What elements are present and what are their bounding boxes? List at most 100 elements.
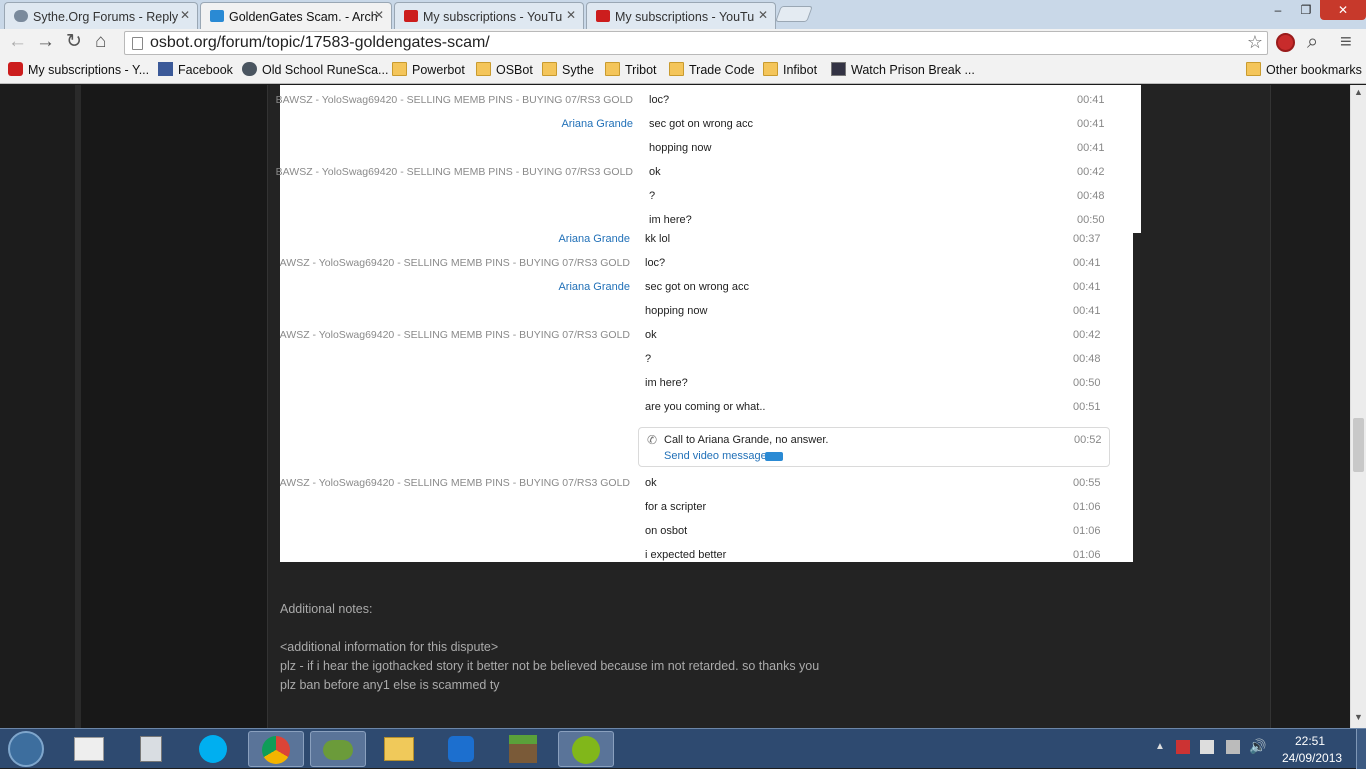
chat-message: sec got on wrong acc: [649, 118, 753, 130]
close-icon[interactable]: ✕: [758, 8, 768, 22]
chat-message: loc?: [645, 257, 666, 269]
chat-timestamp: 00:41: [1077, 94, 1105, 106]
start-orb-icon[interactable]: [8, 731, 44, 767]
folder-icon: [1246, 62, 1261, 76]
chat-sender[interactable]: Ariana Grande: [561, 118, 633, 130]
runescape-icon: [242, 62, 257, 76]
chat-sender: BAWSZ - YoloSwag69420 - SELLING MEMB PIN…: [275, 94, 633, 106]
chrome-icon[interactable]: [248, 731, 304, 767]
restore-button[interactable]: ❐: [1292, 0, 1320, 20]
tab-youtube-2[interactable]: My subscriptions - YouTu ✕: [586, 2, 776, 29]
explorer-icon[interactable]: [372, 731, 428, 767]
home-icon[interactable]: ⌂: [95, 31, 106, 53]
youtube-icon: [404, 10, 418, 22]
chat-message: on osbot: [645, 525, 688, 537]
tab-title: My subscriptions - YouTu: [423, 10, 563, 24]
chat-screenshot-overlay: BAWSZ - YoloSwag69420 - SELLING MEMB PIN…: [276, 85, 1141, 233]
bookmark-runescape[interactable]: Old School RuneSca...: [242, 62, 388, 77]
bookmark-trade-code[interactable]: Trade Code: [669, 62, 755, 77]
page-scrollbar[interactable]: ▲ ▼: [1350, 85, 1366, 728]
star-icon[interactable]: ☆: [1247, 32, 1263, 53]
close-icon[interactable]: ✕: [374, 8, 384, 22]
address-bar[interactable]: osbot.org/forum/topic/17583-goldengates-…: [124, 31, 1268, 55]
youtube-icon: [596, 10, 610, 22]
people-icon[interactable]: [310, 731, 366, 767]
chat-sender: BAWSZ - YoloSwag69420 - SELLING MEMB PIN…: [275, 166, 633, 178]
bookmark-facebook[interactable]: Facebook: [158, 62, 233, 77]
bookmark-prison-break[interactable]: Watch Prison Break ...: [831, 62, 975, 77]
tray-expand-icon[interactable]: ▲: [1155, 741, 1165, 752]
back-icon[interactable]: ←: [8, 31, 27, 53]
page-content: ✆ Call to Ariana Grande, no answer. Send…: [0, 85, 1350, 728]
tab-osbot[interactable]: GoldenGates Scam. - Arch ✕: [200, 2, 392, 29]
minecraft-icon[interactable]: [496, 731, 552, 767]
tray-device-icon[interactable]: [1200, 740, 1214, 754]
teamviewer-icon[interactable]: [434, 731, 490, 767]
bookmark-label: OSBot: [496, 63, 533, 77]
send-video-link[interactable]: Send video message: [664, 450, 767, 462]
chat-sender[interactable]: Ariana Grande: [558, 281, 630, 293]
url-text: osbot.org/forum/topic/17583-goldengates-…: [150, 34, 490, 51]
close-icon[interactable]: ✕: [180, 8, 190, 22]
chat-sender[interactable]: Ariana Grande: [558, 233, 630, 245]
tray-security-icon[interactable]: [1176, 740, 1190, 754]
chat-message: ok: [649, 166, 661, 178]
bookmark-youtube[interactable]: My subscriptions - Y...: [8, 62, 149, 77]
chat-message: ok: [645, 329, 657, 341]
bookmarks-bar: My subscriptions - Y... Facebook Old Sch…: [0, 57, 1366, 84]
adblock-icon[interactable]: [1276, 33, 1295, 52]
close-icon[interactable]: ✕: [566, 8, 576, 22]
clock-time[interactable]: 22:51: [1295, 734, 1325, 748]
paint-icon[interactable]: [62, 731, 118, 767]
clock-date[interactable]: 24/09/2013: [1282, 751, 1342, 765]
calculator-icon[interactable]: [124, 731, 180, 767]
chat-timestamp: 00:41: [1073, 257, 1101, 269]
chat-message: hopping now: [645, 305, 708, 317]
show-desktop-button[interactable]: [1356, 729, 1366, 769]
scroll-up-icon[interactable]: ▲: [1354, 87, 1363, 97]
menu-icon[interactable]: ≡: [1340, 31, 1352, 53]
chat-sender: BAWSZ - YoloSwag69420 - SELLING MEMB PIN…: [280, 257, 630, 269]
tab-youtube-1[interactable]: My subscriptions - YouTu ✕: [394, 2, 584, 29]
facebook-icon: [158, 62, 173, 76]
search-icon[interactable]: ⌕: [1307, 31, 1318, 53]
bookmark-label: Powerbot: [412, 63, 465, 77]
minimize-button[interactable]: –: [1264, 0, 1292, 20]
bookmark-osbot[interactable]: OSBot: [476, 62, 533, 77]
bookmark-sythe[interactable]: Sythe: [542, 62, 594, 77]
chat-timestamp: 00:37: [1073, 233, 1101, 245]
bookmark-powerbot[interactable]: Powerbot: [392, 62, 465, 77]
bookmark-tribot[interactable]: Tribot: [605, 62, 657, 77]
scrollbar-thumb[interactable]: [1353, 418, 1364, 472]
forward-icon[interactable]: →: [36, 31, 55, 53]
tab-sythe[interactable]: Sythe.Org Forums - Reply ✕: [4, 2, 198, 29]
bookmark-infibot[interactable]: Infibot: [763, 62, 817, 77]
bookmark-label: Tribot: [625, 63, 657, 77]
chat-message: ?: [645, 353, 652, 365]
new-tab-button[interactable]: [775, 6, 813, 22]
scroll-down-icon[interactable]: ▼: [1354, 712, 1363, 722]
chat-timestamp: 01:06: [1073, 525, 1101, 537]
browser-toolbar: ← → ↻ ⌂ osbot.org/forum/topic/17583-gold…: [0, 29, 1366, 57]
notes-line-1: plz - if i hear the igothacked story it …: [280, 659, 820, 673]
skype-icon[interactable]: [186, 731, 242, 767]
chat-timestamp: 00:55: [1073, 477, 1101, 489]
chat-timestamp: 00:42: [1073, 329, 1101, 341]
tray-flag-icon[interactable]: [1226, 740, 1240, 754]
close-window-button[interactable]: ✕: [1320, 0, 1366, 20]
folder-icon: [763, 62, 778, 76]
bookmark-label: Trade Code: [689, 63, 755, 77]
left-column: [81, 85, 267, 728]
chat-message: loc?: [649, 94, 670, 106]
other-bookmarks[interactable]: Other bookmarks: [1246, 62, 1362, 77]
chat-message: im here?: [649, 214, 692, 226]
chat-message: are you coming or what..: [645, 401, 766, 413]
spotify-icon[interactable]: [558, 731, 614, 767]
folder-icon: [392, 62, 407, 76]
bookmark-label: Sythe: [562, 63, 594, 77]
chat-sender: BAWSZ - YoloSwag69420 - SELLING MEMB PIN…: [280, 477, 630, 489]
phone-icon: ✆: [647, 433, 658, 447]
volume-icon[interactable]: 🔊: [1249, 738, 1266, 755]
reload-icon[interactable]: ↻: [66, 31, 82, 53]
chat-timestamp: 00:41: [1073, 281, 1101, 293]
